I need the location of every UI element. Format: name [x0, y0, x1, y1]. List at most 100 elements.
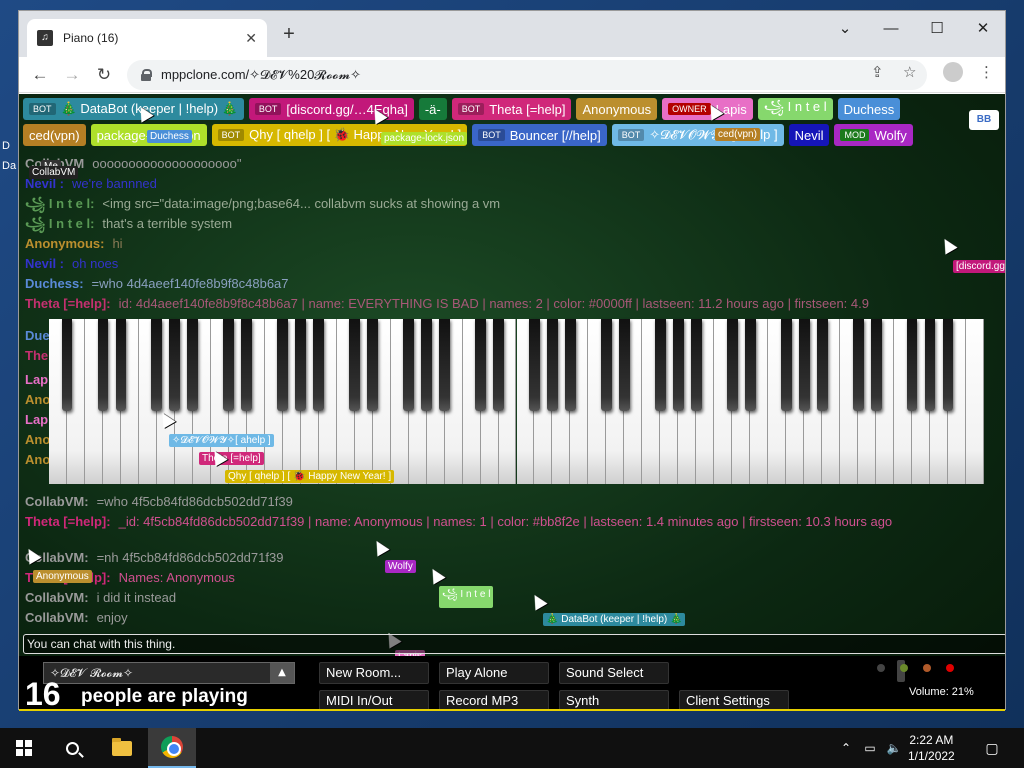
chevron-up-icon[interactable]: ⌃: [836, 728, 856, 768]
black-key[interactable]: [439, 319, 450, 411]
address-bar[interactable]: mppclone.com/✧𝓓𝓔𝓥%20𝓡𝓸𝓸𝓶✧: [127, 60, 927, 90]
black-key[interactable]: [61, 319, 73, 411]
user-tag[interactable]: Anonymous: [576, 98, 658, 120]
chevron-up-icon[interactable]: ▲: [270, 663, 294, 683]
black-key[interactable]: [403, 319, 414, 411]
black-key[interactable]: [241, 319, 253, 411]
cursor-name-tag: [discord.gg: [953, 260, 1005, 273]
play-alone-button[interactable]: Play Alone: [439, 662, 549, 684]
clock-date: 1/1/2022: [908, 749, 955, 763]
black-key[interactable]: [475, 319, 486, 411]
chat-text: that's a terrible system: [102, 216, 233, 231]
black-key[interactable]: [421, 319, 432, 411]
black-key[interactable]: [349, 319, 361, 411]
maximize-button[interactable]: ☐: [917, 17, 957, 41]
black-key[interactable]: [906, 319, 918, 411]
chat-text: =who 4d4aeef140fe8b9f8c48b6a7: [91, 276, 289, 291]
user-tag[interactable]: BOT [discord.gg/…4Eqha]: [248, 98, 414, 120]
cursor-name-tag: ced(vpn): [715, 128, 760, 141]
black-key[interactable]: [169, 319, 181, 411]
black-key[interactable]: [942, 319, 954, 411]
user-tag[interactable]: ced(vpn): [23, 124, 86, 146]
file-explorer-button[interactable]: [98, 728, 146, 768]
new-tab-button[interactable]: +: [277, 23, 301, 47]
close-tab-icon[interactable]: ✕: [245, 30, 257, 47]
user-tag[interactable]: MOD Wolfy: [834, 124, 913, 146]
black-key[interactable]: [115, 319, 127, 411]
bookmark-star-icon[interactable]: ☆: [903, 63, 916, 81]
desktop-fragment: D: [2, 140, 10, 152]
cursor-name-tag: Wolfy: [385, 560, 416, 573]
room-select[interactable]: ✧𝓓𝓔𝓥 𝓡𝓸𝓸𝓶✧ ▲: [43, 662, 295, 684]
black-key[interactable]: [493, 319, 504, 411]
new-room-button[interactable]: New Room...: [319, 662, 429, 684]
tab-search-button[interactable]: ⌄: [825, 17, 865, 41]
black-key[interactable]: [816, 319, 828, 411]
forward-arrow-icon[interactable]: →: [59, 63, 85, 87]
system-clock[interactable]: 2:22 AM 1/1/2022: [908, 732, 955, 764]
back-arrow-icon[interactable]: ←: [27, 63, 53, 87]
black-key[interactable]: [672, 319, 684, 411]
black-key[interactable]: [726, 319, 738, 411]
chat-message: ꧁ I n t e l: that's a terrible system: [25, 214, 997, 234]
black-key[interactable]: [870, 319, 882, 411]
user-tag[interactable]: BOT Theta [=help]: [451, 98, 572, 120]
reload-icon[interactable]: ↻: [91, 63, 117, 87]
client-settings-button[interactable]: Client Settings: [679, 690, 789, 710]
bb-button[interactable]: BB: [969, 110, 999, 130]
black-key[interactable]: [744, 319, 756, 411]
user-tag[interactable]: -ä-: [418, 98, 447, 120]
black-key[interactable]: [780, 319, 792, 411]
minimize-button[interactable]: —: [871, 17, 911, 41]
user-role-badge: BOT: [29, 103, 56, 115]
user-tag[interactable]: Nevil: [788, 124, 830, 146]
chat-text: =nh 4f5cb84fd86dcb502dd71f39: [96, 550, 284, 565]
black-key[interactable]: [367, 319, 379, 411]
share-icon[interactable]: ⇪: [871, 63, 884, 81]
sound-select-button[interactable]: Sound Select: [559, 662, 669, 684]
black-key[interactable]: [529, 319, 540, 411]
chat-message: CollabVM: =who 4f5cb84fd86dcb502dd71f39: [25, 492, 997, 512]
user-role-badge: BOT: [254, 103, 282, 115]
black-key[interactable]: [618, 319, 630, 411]
black-key[interactable]: [547, 319, 558, 411]
chrome-taskbar-button[interactable]: [148, 728, 196, 768]
black-key[interactable]: [187, 319, 199, 411]
black-key[interactable]: [295, 319, 307, 411]
user-tag[interactable]: BOT Bouncer [//help]: [472, 124, 607, 146]
white-key[interactable]: [966, 319, 984, 484]
chat-message: Anonymous: hi: [25, 234, 997, 254]
black-key[interactable]: [223, 319, 235, 411]
synth-button[interactable]: Synth: [559, 690, 669, 710]
menu-dots-icon[interactable]: ⋮: [979, 63, 994, 81]
lock-icon[interactable]: [141, 69, 152, 81]
browser-tab[interactable]: ♫ Piano (16) ✕: [27, 19, 267, 57]
chat-input[interactable]: You can chat with this thing.: [23, 634, 1005, 654]
search-button[interactable]: [48, 728, 96, 768]
user-tag[interactable]: Duchess: [837, 98, 901, 120]
notification-icon[interactable]: ▢: [980, 728, 1004, 768]
profile-avatar-icon[interactable]: [943, 62, 963, 82]
piano-keyboard[interactable]: [49, 319, 984, 484]
black-key[interactable]: [852, 319, 864, 411]
black-key[interactable]: [277, 319, 289, 411]
user-tag[interactable]: BOT 🎄 DataBot (keeper | !help) 🎄: [23, 98, 244, 120]
chat-message: ꧁ I n t e l: <img src="data:image/png;bas…: [25, 194, 997, 214]
black-key[interactable]: [601, 319, 612, 411]
cursor-name-tag: ꧁ I n t e l: [439, 586, 494, 608]
black-key[interactable]: [565, 319, 576, 411]
black-key[interactable]: [690, 319, 702, 411]
close-window-button[interactable]: ✕: [963, 17, 1003, 41]
midi-button[interactable]: MIDI In/Out: [319, 690, 429, 710]
black-key[interactable]: [313, 319, 325, 411]
black-key[interactable]: [151, 319, 163, 411]
volume-mute-icon[interactable]: 🔈: [884, 728, 904, 768]
black-key[interactable]: [654, 319, 666, 411]
user-tag[interactable]: ꧁ I n t e l: [757, 98, 833, 120]
black-key[interactable]: [97, 319, 109, 411]
network-icon[interactable]: ▭: [860, 728, 880, 768]
black-key[interactable]: [798, 319, 810, 411]
start-button[interactable]: [0, 728, 48, 768]
black-key[interactable]: [924, 319, 936, 411]
record-mp3-button[interactable]: Record MP3: [439, 690, 549, 710]
